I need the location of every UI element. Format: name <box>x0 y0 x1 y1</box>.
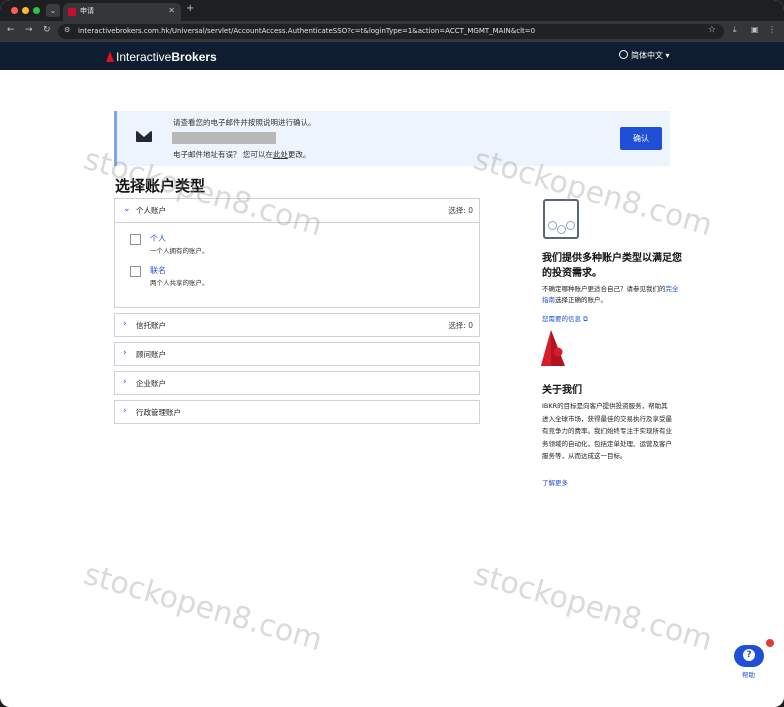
accordion-trust[interactable]: › 信托账户 选择: 0 <box>114 313 480 337</box>
banner-change-pre: 电子邮件地址有误？ 您可以在 <box>173 150 273 159</box>
browser-tab[interactable]: 申请 ✕ <box>63 3 181 21</box>
help-button[interactable]: ? <box>734 645 764 667</box>
checkbox[interactable] <box>130 266 141 277</box>
maximize-window-button[interactable] <box>33 7 40 14</box>
tab-strip: ⌄ 申请 ✕ + <box>0 0 784 21</box>
banner-change-post: 更改。 <box>287 150 311 159</box>
question-icon: ? <box>743 649 755 661</box>
language-label: 简体中文 ▾ <box>631 51 670 60</box>
sidebar-heading: 我们提供多种账户类型以满足您的投资需求。 <box>542 253 682 279</box>
menu-icon[interactable]: ⋮ <box>768 25 776 34</box>
chevron-right-icon: › <box>123 377 127 387</box>
accordion-label: 顾问账户 <box>136 350 166 359</box>
sidebar-guide-text: 不确定哪种账户更适合自己？请参见我们的完全指南选择正确的账户。 <box>542 284 682 306</box>
banner-change-text: 电子邮件地址有误？ 您可以在此处更改。 <box>173 149 310 160</box>
option-title[interactable]: 个人 <box>150 233 166 244</box>
chevron-down-icon: ⌄ <box>123 204 131 214</box>
site-header: InteractiveBrokers 简体中文 ▾ <box>0 42 784 70</box>
tab-search-icon[interactable]: ⌄ <box>46 4 60 17</box>
site-favicon-icon <box>68 8 76 16</box>
tab-close-icon[interactable]: ✕ <box>168 6 175 15</box>
accordion-admin[interactable]: › 行政管理账户 <box>114 400 480 424</box>
ibkr-logo[interactable]: InteractiveBrokers <box>106 50 217 64</box>
page-title: 选择账户类型 <box>115 177 206 195</box>
info-needed-label[interactable]: 您需要的信息 <box>542 315 581 323</box>
external-link-icon: ⧉ <box>583 315 588 323</box>
new-tab-icon[interactable]: + <box>186 3 194 14</box>
info-needed-link[interactable]: 您需要的信息 ⧉ <box>542 313 588 324</box>
bookmark-star-icon[interactable]: ☆ <box>708 25 716 35</box>
accordion-label: 信托账户 <box>136 321 166 330</box>
accordion-corporate[interactable]: › 企业账户 <box>114 371 480 395</box>
email-confirm-banner: 请查看您的电子邮件并按照说明进行确认。 电子邮件地址有误？ 您可以在此处更改。 … <box>114 111 670 166</box>
accordion-advisor[interactable]: › 顾问账户 <box>114 342 480 366</box>
learn-more-link[interactable]: 了解更多 <box>542 477 568 487</box>
chevron-right-icon: › <box>123 319 127 329</box>
notification-dot <box>766 639 774 647</box>
download-icon[interactable]: ⤓ <box>733 25 737 35</box>
accordion-individual-header[interactable]: ⌄ 个人账户 选择: 0 <box>115 199 479 223</box>
option-title[interactable]: 联名 <box>150 265 166 276</box>
url-text: interactivebrokers.com.hk/Universal/serv… <box>78 27 536 35</box>
about-text: IBKR的目标是向客户提供投资服务，帮助其进入全球市场，获得最佳的交易执行及享受… <box>542 402 672 460</box>
account-types-icon <box>543 199 579 239</box>
checkbox[interactable] <box>130 234 141 245</box>
accordion-individual: ⌄ 个人账户 选择: 0 个人 一个人拥有的账户。 联名 两个人共享的账户。 <box>114 198 480 308</box>
watermark: stockopen8.com <box>79 556 327 659</box>
ibkr-logo-icon <box>106 51 114 62</box>
guide-text-pre: 不确定哪种账户更适合自己？请参见我们的 <box>542 285 666 293</box>
reload-icon[interactable]: ↻ <box>43 25 51 35</box>
accordion-label: 个人账户 <box>136 206 166 215</box>
option-desc: 两个人共享的账户。 <box>150 279 209 287</box>
chevron-right-icon: › <box>123 348 127 358</box>
envelope-icon <box>136 131 152 142</box>
watermark: stockopen8.com <box>469 556 717 659</box>
browser-window: ⌄ 申请 ✕ + ← → ↻ ⚙ interactivebrokers.com.… <box>0 0 784 707</box>
back-icon[interactable]: ← <box>7 25 15 35</box>
browser-toolbar: ← → ↻ ⚙ interactivebrokers.com.hk/Univer… <box>0 21 784 42</box>
help-label[interactable]: 帮助 <box>742 669 755 679</box>
selection-count: 选择: 0 <box>448 321 473 330</box>
logo-text-light: Interactive <box>116 50 172 64</box>
guide-text-post: 选择正确的账户。 <box>555 296 607 304</box>
minimize-window-button[interactable] <box>22 7 29 14</box>
close-window-button[interactable] <box>11 7 18 14</box>
redacted-email <box>172 132 276 144</box>
forward-icon[interactable]: → <box>25 25 33 35</box>
accordion-label: 行政管理账户 <box>136 408 181 417</box>
profile-icon[interactable]: ▣ <box>751 25 759 34</box>
globe-icon <box>619 50 628 59</box>
confirm-button[interactable]: 确认 <box>620 127 662 150</box>
change-email-link[interactable]: 此处 <box>273 150 288 159</box>
option-desc: 一个人拥有的账户。 <box>150 247 209 255</box>
logo-text-bold: Brokers <box>171 50 217 64</box>
accordion-label: 企业账户 <box>136 379 166 388</box>
selection-count: 选择: 0 <box>448 206 473 215</box>
language-selector[interactable]: 简体中文 ▾ <box>619 50 670 61</box>
about-heading: 关于我们 <box>542 385 582 396</box>
ibkr-brand-icon <box>541 330 565 366</box>
banner-message: 请查看您的电子邮件并按照说明进行确认。 <box>173 118 316 127</box>
site-info-icon[interactable]: ⚙ <box>64 26 70 34</box>
chevron-right-icon: › <box>123 406 127 416</box>
address-bar[interactable]: ⚙ interactivebrokers.com.hk/Universal/se… <box>58 24 724 39</box>
tab-title: 申请 <box>80 7 94 15</box>
